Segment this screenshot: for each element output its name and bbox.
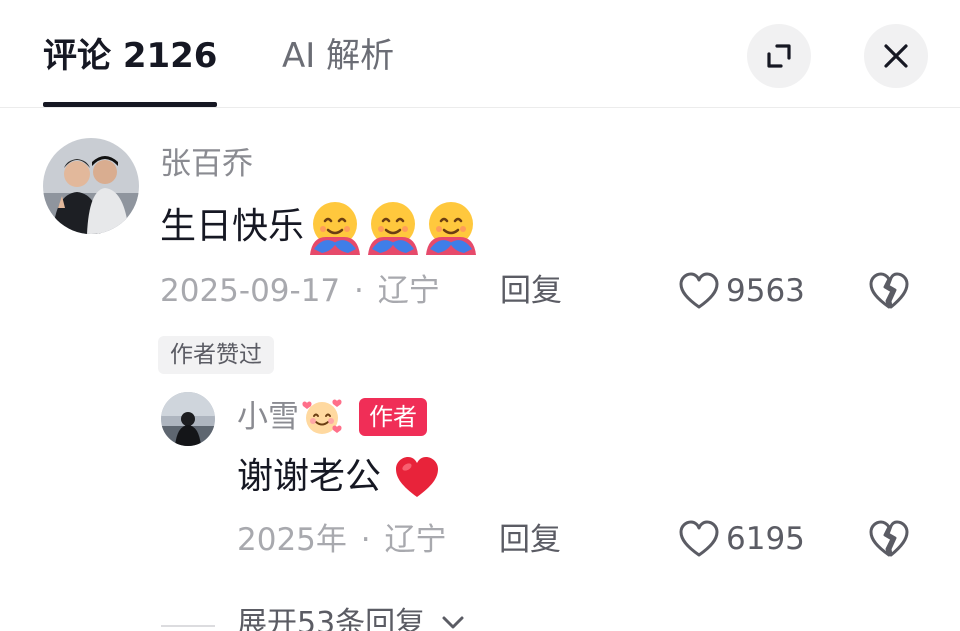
expand-replies-label: 展开53条回复 — [237, 606, 426, 631]
reply-location: 辽宁 — [384, 522, 447, 558]
reply-username[interactable]: 小雪 — [237, 397, 299, 437]
reply-username-row: 小雪 — [237, 397, 343, 437]
expand-replies-button[interactable]: 展开53条回复 — [237, 604, 467, 631]
heart-outline-icon — [679, 272, 719, 309]
like-count: 9563 — [726, 273, 805, 309]
chevron-down-icon — [442, 616, 464, 629]
comment-location: 辽宁 — [377, 273, 440, 309]
hugging-face-emoji — [426, 202, 477, 255]
reply-meta: 2025年 · 辽宁 — [237, 520, 446, 560]
smiling-face-with-hearts-emoji — [302, 399, 342, 434]
reply-dislike-button[interactable] — [867, 519, 911, 559]
reply-avatar[interactable] — [161, 392, 215, 446]
close-icon — [884, 44, 908, 68]
comments-header: 评论 2126 AI 解析 — [0, 0, 960, 108]
reply-like-count: 6195 — [726, 521, 805, 557]
reply-button[interactable]: 回复 — [500, 271, 562, 311]
hugging-face-emoji — [310, 202, 361, 255]
tab-ai-analysis[interactable]: AI 解析 — [282, 34, 394, 78]
tab-comments[interactable]: 评论 2126 — [43, 34, 217, 78]
broken-heart-icon — [869, 520, 909, 557]
reply-text: 谢谢老公 — [237, 453, 441, 501]
reply-body: 谢谢老公 — [237, 456, 382, 497]
heart-outline-icon — [679, 520, 719, 557]
comments-panel: 评论 2126 AI 解析 张百乔 生日快乐 2025-09-17 · 辽宁 回… — [0, 0, 960, 631]
expand-divider — [161, 625, 215, 627]
comment-username[interactable]: 张百乔 — [160, 144, 253, 184]
dislike-button[interactable] — [867, 271, 911, 311]
red-heart-emoji — [396, 457, 439, 497]
expand-button[interactable] — [747, 24, 811, 88]
active-tab-indicator — [43, 102, 217, 107]
avatar[interactable] — [43, 138, 139, 234]
comment-meta: 2025-09-17 · 辽宁 — [160, 271, 440, 311]
reply-like-button[interactable]: 6195 — [678, 519, 805, 559]
reply-reply-button[interactable]: 回复 — [499, 520, 561, 560]
author-badge: 作者 — [359, 398, 427, 436]
expand-icon — [767, 44, 791, 68]
comment-date: 2025-09-17 — [160, 273, 341, 309]
like-button[interactable]: 9563 — [678, 271, 805, 311]
meta-separator: · — [360, 522, 371, 558]
author-liked-tag: 作者赞过 — [158, 336, 274, 374]
comment-text: 生日快乐 — [160, 199, 480, 255]
reply-date: 2025年 — [237, 522, 347, 558]
meta-separator: · — [354, 273, 364, 309]
close-button[interactable] — [864, 24, 928, 88]
hugging-face-emoji — [368, 202, 419, 255]
broken-heart-icon — [869, 272, 909, 309]
comment-body: 生日快乐 — [160, 206, 305, 247]
